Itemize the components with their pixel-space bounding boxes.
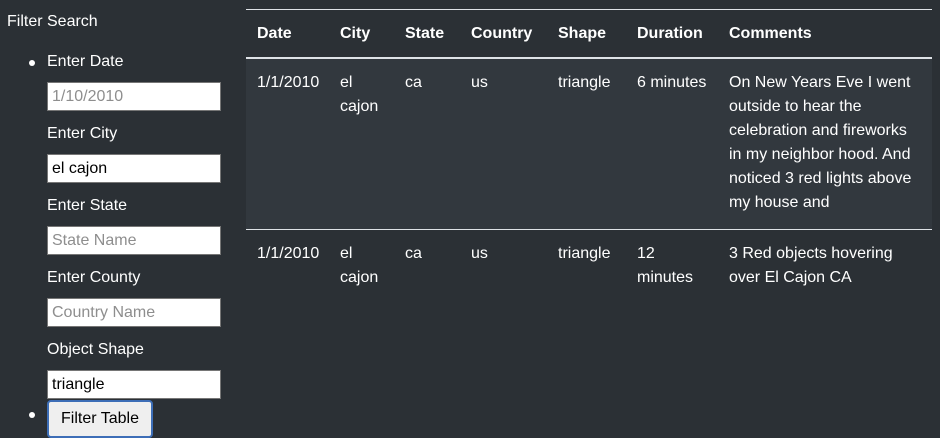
- cell-comments: On New Years Eve I went outside to hear …: [729, 74, 912, 211]
- header-date: Date: [257, 24, 292, 42]
- filter-table-button[interactable]: Filter Table: [47, 400, 153, 438]
- date-label: Enter Date: [47, 53, 124, 70]
- table-row: 1/1/2010 el cajon ca us triangle 6 minut…: [246, 58, 932, 230]
- cell-duration: 12 minutes: [637, 245, 694, 286]
- cell-duration: 6 minutes: [637, 74, 707, 91]
- state-label: Enter State: [47, 197, 128, 214]
- header-city: City: [340, 24, 371, 42]
- filter-sidebar: Filter Search Enter Date Enter City Ente…: [0, 0, 240, 438]
- state-input[interactable]: [47, 226, 221, 255]
- cell-date: 1/1/2010: [257, 74, 320, 91]
- cell-state: ca: [405, 74, 422, 91]
- cell-city: el cajon: [340, 245, 379, 286]
- cell-country: us: [471, 74, 488, 91]
- country-input[interactable]: [47, 298, 221, 327]
- cell-city: el cajon: [340, 74, 379, 115]
- shape-input[interactable]: [47, 370, 221, 399]
- cell-state: ca: [405, 245, 422, 262]
- results-table: Date City State Country Shape Duration C…: [246, 9, 932, 304]
- shape-label: Object Shape: [47, 341, 144, 358]
- header-shape: Shape: [558, 24, 607, 42]
- cell-shape: triangle: [558, 74, 611, 91]
- cell-shape: triangle: [558, 245, 611, 262]
- filter-list: Enter Date Enter City Enter State Enter …: [0, 51, 221, 438]
- header-duration: Duration: [637, 24, 703, 42]
- table-row: 1/1/2010 el cajon ca us triangle 12 minu…: [246, 230, 932, 305]
- sidebar-title: Filter Search: [7, 13, 98, 30]
- header-row: Date City State Country Shape Duration C…: [246, 9, 932, 58]
- city-label: Enter City: [47, 125, 118, 142]
- header-state: State: [405, 24, 445, 42]
- cell-country: us: [471, 245, 488, 262]
- city-input[interactable]: [47, 154, 221, 183]
- table-header: Date City State Country Shape Duration C…: [246, 9, 932, 58]
- results-table-container: Date City State Country Shape Duration C…: [246, 9, 932, 304]
- date-input[interactable]: [47, 82, 221, 111]
- filter-list-item-button: Filter Table: [29, 400, 221, 438]
- table-body: 1/1/2010 el cajon ca us triangle 6 minut…: [246, 58, 932, 304]
- country-label: Enter County: [47, 269, 141, 286]
- cell-comments: 3 Red objects hovering over El Cajon CA: [729, 245, 893, 286]
- cell-date: 1/1/2010: [257, 245, 320, 262]
- filter-list-item-form: Enter Date Enter City Enter State Enter …: [29, 52, 221, 399]
- header-comments: Comments: [729, 24, 812, 42]
- header-country: Country: [471, 24, 533, 42]
